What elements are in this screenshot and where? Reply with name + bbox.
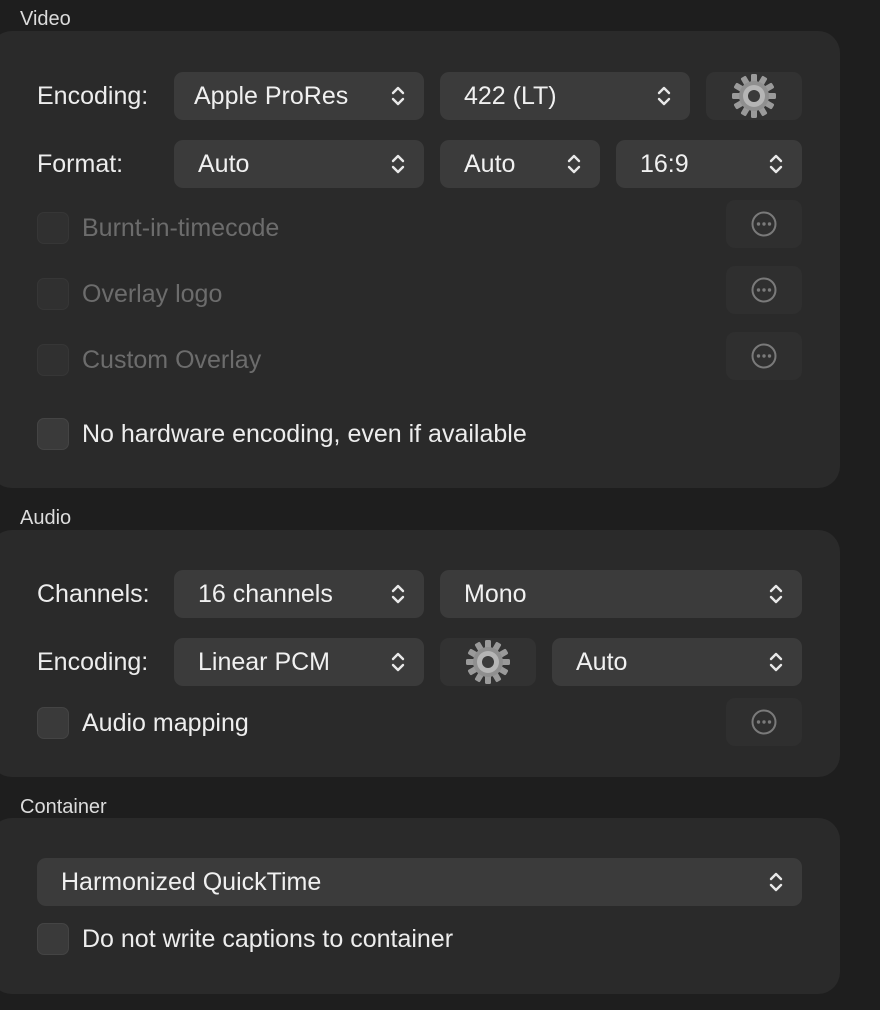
ellipsis-circle-icon xyxy=(750,276,778,304)
gear-icon xyxy=(730,72,778,120)
video-profile-value: 422 (LT) xyxy=(464,82,557,110)
burnt-in-timecode-checkbox[interactable] xyxy=(37,212,69,244)
ellipsis-circle-icon xyxy=(750,342,778,370)
video-rate-value: Auto xyxy=(464,150,516,178)
custom-overlay-checkbox[interactable] xyxy=(37,344,69,376)
audio-section-title: Audio xyxy=(20,507,72,529)
burnt-in-timecode-label: Burnt-in-timecode xyxy=(82,214,280,242)
audio-mapping-checkbox[interactable] xyxy=(37,707,69,739)
audio-layout-popup[interactable]: Mono xyxy=(440,570,802,618)
audio-rate-value: Auto xyxy=(576,648,628,676)
video-encoding-settings-button[interactable] xyxy=(706,72,802,120)
container-format-value: Harmonized QuickTime xyxy=(61,868,322,896)
video-aspect-popup[interactable]: 16:9 xyxy=(616,140,802,188)
video-format-popup[interactable]: Auto xyxy=(174,140,424,188)
audio-channels-value: 16 channels xyxy=(198,580,333,608)
chevron-up-down-icon xyxy=(566,152,582,176)
chevron-up-down-icon xyxy=(656,84,672,108)
video-format-value: Auto xyxy=(198,150,250,178)
audio-rate-popup[interactable]: Auto xyxy=(552,638,802,686)
overlay-logo-checkbox[interactable] xyxy=(37,278,69,310)
burnt-in-timecode-options-button[interactable] xyxy=(726,200,802,248)
audio-channels-label: Channels: xyxy=(37,580,150,608)
audio-encoding-label: Encoding: xyxy=(37,648,149,676)
no-captions-label: Do not write captions to container xyxy=(82,925,454,953)
chevron-up-down-icon xyxy=(390,84,406,108)
container-panel xyxy=(0,818,840,994)
no-hardware-encoding-checkbox[interactable] xyxy=(37,418,69,450)
chevron-up-down-icon xyxy=(768,870,784,894)
video-profile-popup[interactable]: 422 (LT) xyxy=(440,72,690,120)
audio-encoding-value: Linear PCM xyxy=(198,648,330,676)
chevron-up-down-icon xyxy=(768,582,784,606)
chevron-up-down-icon xyxy=(768,650,784,674)
chevron-up-down-icon xyxy=(390,650,406,674)
no-captions-checkbox[interactable] xyxy=(37,923,69,955)
chevron-up-down-icon xyxy=(390,582,406,606)
video-aspect-value: 16:9 xyxy=(640,150,689,178)
video-section-title: Video xyxy=(20,8,71,30)
container-format-popup[interactable]: Harmonized QuickTime xyxy=(37,858,802,906)
audio-mapping-label: Audio mapping xyxy=(82,709,249,737)
audio-channels-popup[interactable]: 16 channels xyxy=(174,570,424,618)
video-encoding-label: Encoding: xyxy=(37,82,149,110)
audio-encoding-popup[interactable]: Linear PCM xyxy=(174,638,424,686)
custom-overlay-options-button[interactable] xyxy=(726,332,802,380)
chevron-up-down-icon xyxy=(768,152,784,176)
video-codec-popup[interactable]: Apple ProRes xyxy=(174,72,424,120)
audio-mapping-options-button[interactable] xyxy=(726,698,802,746)
gear-icon xyxy=(464,638,512,686)
overlay-logo-options-button[interactable] xyxy=(726,266,802,314)
ellipsis-circle-icon xyxy=(750,708,778,736)
video-format-label: Format: xyxy=(37,150,124,178)
ellipsis-circle-icon xyxy=(750,210,778,238)
no-hardware-encoding-label: No hardware encoding, even if available xyxy=(82,420,527,448)
container-section-title: Container xyxy=(20,796,107,818)
video-rate-popup[interactable]: Auto xyxy=(440,140,600,188)
chevron-up-down-icon xyxy=(390,152,406,176)
video-codec-value: Apple ProRes xyxy=(194,82,349,110)
custom-overlay-label: Custom Overlay xyxy=(82,346,262,374)
audio-encoding-settings-button[interactable] xyxy=(440,638,536,686)
overlay-logo-label: Overlay logo xyxy=(82,280,223,308)
audio-layout-value: Mono xyxy=(464,580,527,608)
